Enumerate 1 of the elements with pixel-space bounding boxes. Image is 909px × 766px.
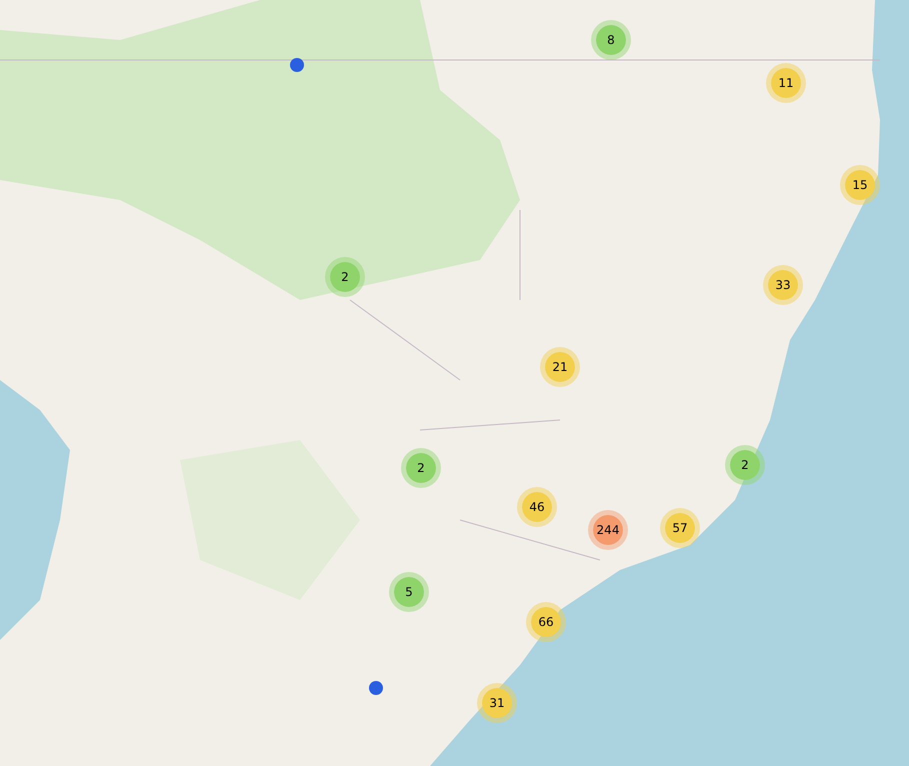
cluster-marker[interactable]: 31 [477, 683, 517, 723]
